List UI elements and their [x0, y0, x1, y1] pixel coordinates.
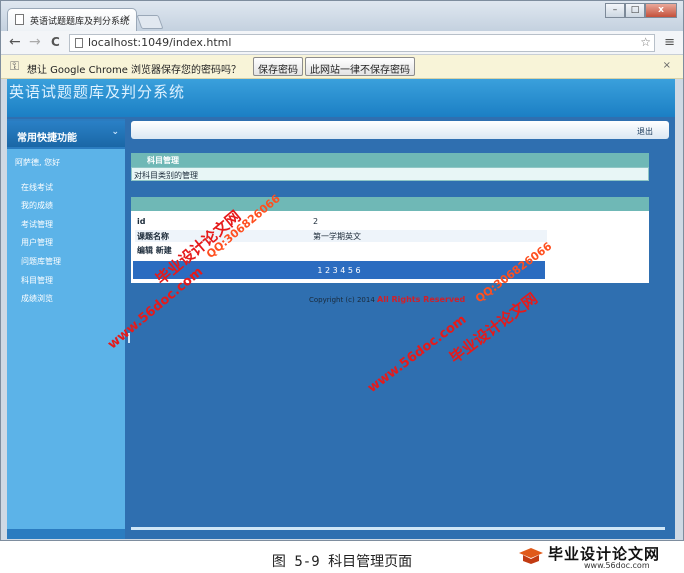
record-panel-header	[131, 197, 649, 211]
sidebar-item-user-management[interactable]: 用户管理	[21, 237, 53, 248]
site-logo: 毕业设计论文网 www.56doc.com	[518, 543, 678, 571]
sidebar: 常用快捷功能 ⌄ 阿萨德, 您好 在线考试 我的成绩 考试管理 用户管理 问题库…	[7, 119, 125, 539]
address-text: localhost:1049/index.html	[88, 36, 232, 49]
sidebar-item-question-bank[interactable]: 问题库管理	[21, 256, 61, 267]
logo-url: www.56doc.com	[584, 561, 650, 570]
page-icon	[15, 14, 24, 25]
chevron-down-icon[interactable]: ⌄	[111, 127, 119, 137]
maximize-button[interactable]: □	[625, 3, 645, 18]
name-label: 课题名称	[137, 232, 169, 241]
sidebar-item-online-exam[interactable]: 在线考试	[21, 182, 53, 193]
never-save-button[interactable]: 此网站一律不保存密码	[305, 57, 415, 76]
logo-graduation-icon	[519, 548, 543, 564]
menu-icon[interactable]: ≡	[664, 35, 675, 50]
logout-link[interactable]: 退出	[637, 126, 653, 137]
tab-strip: 英语试题题库及判分系统 × – □ x	[1, 1, 683, 31]
section-panel: 科目管理 对科目类别的管理	[131, 153, 649, 183]
reload-icon[interactable]: C	[51, 35, 60, 49]
tab-close-icon[interactable]: ×	[123, 13, 131, 24]
tab-title: 英语试题题库及判分系统	[30, 17, 130, 27]
id-label: id	[137, 217, 146, 226]
footer-copyright: Copyright (c) 2014 All Rights Reserved	[309, 295, 465, 304]
minimize-button[interactable]: –	[605, 3, 625, 18]
section-title: 科目管理	[131, 153, 649, 167]
browser-toolbar: ← → C localhost:1049/index.html ☆ ≡	[1, 31, 683, 55]
name-value: 第一学期英文	[313, 232, 361, 241]
tab-active[interactable]: 英语试题题库及判分系统 ×	[7, 8, 137, 31]
infobar-close-icon[interactable]: ×	[663, 60, 671, 71]
key-icon: ⚿	[10, 59, 20, 73]
new-tab-button[interactable]	[136, 15, 164, 29]
site-header: 英语试题题库及判分系统	[7, 79, 675, 117]
browser-window: 英语试题题库及判分系统 × – □ x ← → C localhost:1049…	[0, 0, 684, 541]
edit-new-links[interactable]: 编辑 新建	[137, 245, 172, 256]
copyright-text: Copyright (c) 2014	[309, 296, 375, 304]
content-top-bar: 退出	[131, 121, 669, 139]
infobar-message: 想让 Google Chrome 浏览器保存您的密码吗？	[27, 65, 242, 76]
forward-icon[interactable]: →	[29, 34, 41, 50]
password-infobar: ⚿ 想让 Google Chrome 浏览器保存您的密码吗？ 保存密码 此网站一…	[1, 55, 683, 79]
sidebar-item-score-browse[interactable]: 成绩浏览	[21, 293, 53, 304]
sidebar-item-my-scores[interactable]: 我的成绩	[21, 200, 53, 211]
close-window-button[interactable]: x	[645, 3, 677, 18]
page-icon	[75, 38, 83, 48]
bookmark-star-icon[interactable]: ☆	[640, 35, 651, 49]
sidebar-header[interactable]: 常用快捷功能 ⌄	[7, 121, 125, 147]
bottom-bar	[131, 527, 665, 530]
sidebar-item-exam-management[interactable]: 考试管理	[21, 219, 53, 230]
sidebar-item-subject-management[interactable]: 科目管理	[21, 275, 53, 286]
sidebar-greeting: 阿萨德, 您好	[15, 158, 61, 167]
back-icon[interactable]: ←	[9, 34, 21, 50]
site-title: 英语试题题库及判分系统	[9, 83, 186, 101]
address-bar[interactable]: localhost:1049/index.html ☆	[69, 34, 655, 52]
rights-text: All Rights Reserved	[377, 295, 466, 304]
window-controls: – □ x	[605, 3, 677, 18]
id-value: 2	[313, 217, 319, 226]
save-password-button[interactable]: 保存密码	[253, 57, 303, 76]
sidebar-header-label: 常用快捷功能	[17, 133, 77, 144]
web-page: 英语试题题库及判分系统 常用快捷功能 ⌄ 阿萨德, 您好 在线考试 我的成绩 考…	[7, 79, 675, 539]
section-description: 对科目类别的管理	[131, 167, 649, 181]
table-row: id 2	[135, 216, 547, 228]
